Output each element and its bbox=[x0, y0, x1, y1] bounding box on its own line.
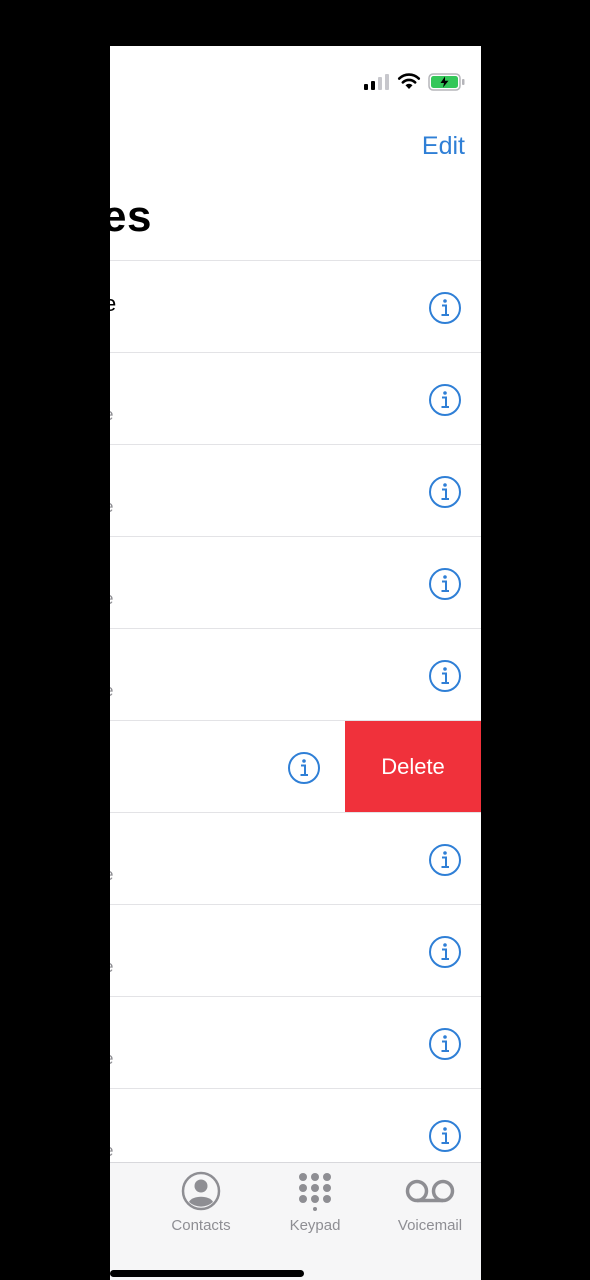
tab-voicemail[interactable]: Voicemail bbox=[380, 1171, 480, 1234]
list-item[interactable]: e bbox=[110, 260, 481, 352]
info-icon[interactable] bbox=[287, 751, 321, 785]
list-item[interactable]: e bbox=[110, 904, 481, 996]
info-icon[interactable] bbox=[428, 659, 462, 693]
tab-contacts[interactable]: Contacts bbox=[151, 1171, 251, 1234]
info-icon[interactable] bbox=[428, 1027, 462, 1061]
home-indicator bbox=[110, 1270, 304, 1277]
list-item[interactable]: e bbox=[110, 628, 481, 720]
device-frame: Edit es e e e bbox=[0, 0, 590, 1280]
row-sublabel: e bbox=[110, 1141, 113, 1161]
row-sublabel: e bbox=[110, 681, 113, 701]
tab-recents[interactable]: s bbox=[110, 1171, 124, 1234]
info-icon[interactable] bbox=[428, 1119, 462, 1153]
info-icon[interactable] bbox=[428, 935, 462, 969]
row-sublabel: e bbox=[110, 589, 113, 609]
info-icon[interactable] bbox=[428, 291, 462, 325]
list-item[interactable]: e bbox=[110, 996, 481, 1088]
row-sublabel: e bbox=[110, 405, 113, 425]
delete-button[interactable]: Delete bbox=[345, 721, 481, 812]
status-bar bbox=[110, 46, 481, 116]
tab-label: Keypad bbox=[289, 1217, 341, 1234]
list-item-swiped[interactable]: Delete bbox=[110, 720, 481, 812]
info-icon[interactable] bbox=[428, 475, 462, 509]
tab-label: s bbox=[110, 1217, 124, 1234]
page-title: es bbox=[110, 192, 152, 241]
row-sublabel: e bbox=[110, 957, 113, 977]
row-sublabel: e bbox=[110, 1049, 113, 1069]
row-label: e bbox=[110, 291, 116, 317]
list-item[interactable]: e bbox=[110, 812, 481, 904]
phone-screen: Edit es e e e bbox=[110, 46, 481, 1280]
info-icon[interactable] bbox=[428, 843, 462, 877]
tab-keypad[interactable]: Keypad bbox=[265, 1171, 365, 1234]
tab-label: Voicemail bbox=[397, 1217, 463, 1234]
row-sublabel: e bbox=[110, 497, 113, 517]
tab-label: Contacts bbox=[171, 1217, 231, 1234]
voicemail-icon bbox=[405, 1179, 455, 1203]
recents-list: e e e bbox=[110, 260, 481, 1180]
tab-bar: s Contacts Keypad bbox=[110, 1162, 481, 1280]
list-item[interactable]: e bbox=[110, 536, 481, 628]
list-item[interactable]: e bbox=[110, 352, 481, 444]
row-sublabel: e bbox=[110, 865, 113, 885]
wifi-icon bbox=[397, 73, 421, 89]
edit-button[interactable]: Edit bbox=[422, 132, 465, 161]
battery-icon bbox=[428, 73, 465, 91]
info-icon[interactable] bbox=[428, 567, 462, 601]
list-item[interactable]: e bbox=[110, 444, 481, 536]
signal-icon bbox=[364, 74, 389, 90]
info-icon[interactable] bbox=[428, 383, 462, 417]
contacts-icon bbox=[181, 1171, 221, 1211]
keypad-icon bbox=[299, 1173, 331, 1211]
